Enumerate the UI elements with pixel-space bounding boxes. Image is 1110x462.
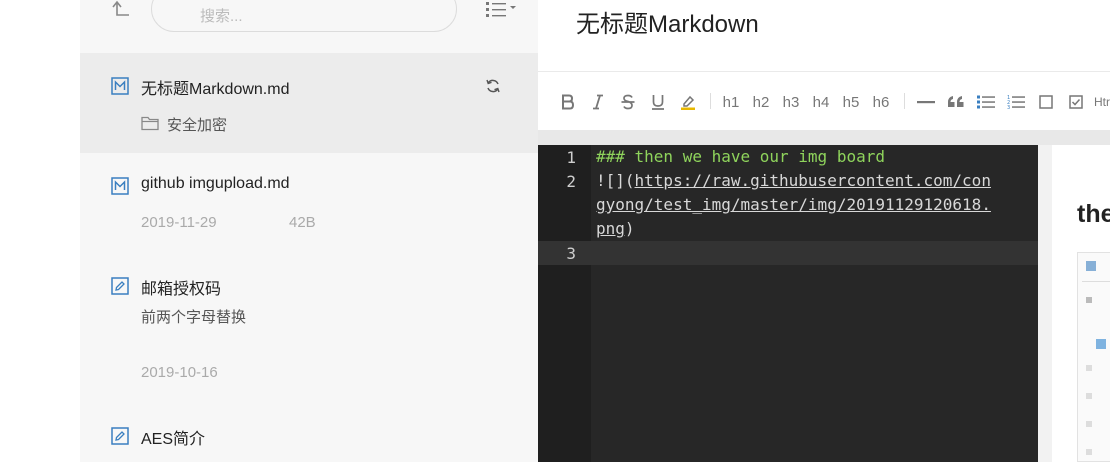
note-snippet: 前两个字母替换	[141, 309, 247, 326]
formatting-toolbar: h1 h2 h3 h4 h5 h6 123 Htr	[538, 72, 1110, 130]
note-title: AES简介	[141, 431, 206, 448]
toolbar-separator	[904, 93, 905, 109]
line-number-gutter	[538, 145, 591, 462]
numbered-list-icon[interactable]: 123	[1006, 90, 1026, 114]
search-box[interactable]	[151, 0, 457, 32]
up-level-icon[interactable]	[110, 0, 132, 20]
code-line-1[interactable]: ### then we have our img board	[596, 145, 885, 169]
image-url[interactable]: gyong/test_img/master/img/20191129120618…	[596, 195, 991, 214]
note-title: 无标题Markdown.md	[141, 81, 290, 98]
line-number: 3	[566, 244, 576, 263]
markdown-image-syntax: )	[624, 219, 635, 238]
heading-3-button[interactable]: h3	[778, 90, 804, 114]
code-line-2[interactable]: ![](https://raw.githubusercontent.com/co…	[596, 169, 991, 193]
splitter[interactable]	[1038, 145, 1052, 462]
quote-icon[interactable]	[946, 90, 966, 114]
svg-text:3: 3	[1007, 105, 1010, 110]
note-date: 2019-11-29	[141, 214, 217, 231]
checkbox-icon[interactable]	[1036, 90, 1056, 114]
preview-image	[1077, 252, 1110, 462]
markdown-image-syntax: ![](	[596, 171, 635, 190]
checked-box-icon[interactable]	[1066, 90, 1086, 114]
toolbar-separator	[710, 93, 711, 109]
note-list-item[interactable]: github imgupload.md 2019-11-29 42B	[80, 153, 538, 253]
search-input[interactable]	[200, 5, 440, 27]
note-folder-label: 安全加密	[167, 117, 228, 134]
horizontal-rule-icon[interactable]	[916, 90, 936, 114]
note-size: 42B	[289, 214, 316, 231]
line-number: 1	[566, 148, 576, 167]
code-editor[interactable]: 1 2 3 ### then we have our img board ![]…	[538, 145, 1038, 462]
heading-6-button[interactable]: h6	[868, 90, 894, 114]
note-title: 邮箱授权码	[141, 281, 222, 298]
note-edit-icon	[111, 277, 129, 295]
markdown-heading-text: ### then we have our img board	[596, 147, 885, 166]
preview-heading: then we have our img board	[1077, 200, 1110, 228]
code-line-2-wrap[interactable]: gyong/test_img/master/img/20191129120618…	[596, 193, 991, 217]
preview-pane: then we have our img board	[1052, 145, 1110, 462]
code-line-2-wrap[interactable]: png)	[596, 217, 635, 241]
table-button[interactable]: Htr	[1094, 90, 1110, 114]
list-view-toggle-icon[interactable]	[486, 0, 518, 18]
markdown-file-icon	[111, 77, 129, 95]
toolbar-border	[538, 130, 1110, 145]
italic-icon[interactable]	[588, 90, 608, 114]
document-title[interactable]: 无标题Markdown	[576, 4, 759, 39]
folder-icon	[141, 115, 159, 131]
line-number: 2	[566, 172, 576, 191]
bold-icon[interactable]	[558, 90, 578, 114]
highlight-icon[interactable]	[678, 90, 698, 114]
heading-5-button[interactable]: h5	[838, 90, 864, 114]
note-date: 2019-10-16	[141, 364, 218, 381]
underline-icon[interactable]	[648, 90, 668, 114]
note-list-item[interactable]: 邮箱授权码 前两个字母替换 2019-10-16	[80, 253, 538, 403]
note-title: github imgupload.md	[141, 175, 290, 192]
strikethrough-icon[interactable]	[618, 90, 638, 114]
heading-4-button[interactable]: h4	[808, 90, 834, 114]
sync-icon	[485, 78, 501, 94]
image-url[interactable]: png	[596, 219, 625, 238]
active-line-highlight	[538, 241, 1038, 265]
heading-1-button[interactable]: h1	[718, 90, 744, 114]
markdown-file-icon	[111, 177, 129, 195]
note-list-item[interactable]: AES简介	[80, 403, 538, 462]
heading-2-button[interactable]: h2	[748, 90, 774, 114]
note-list-item[interactable]: 无标题Markdown.md 安全加密	[80, 53, 538, 153]
bullet-list-icon[interactable]	[976, 90, 996, 114]
image-url[interactable]: https://raw.githubusercontent.com/con	[635, 171, 991, 190]
note-edit-icon	[111, 427, 129, 445]
